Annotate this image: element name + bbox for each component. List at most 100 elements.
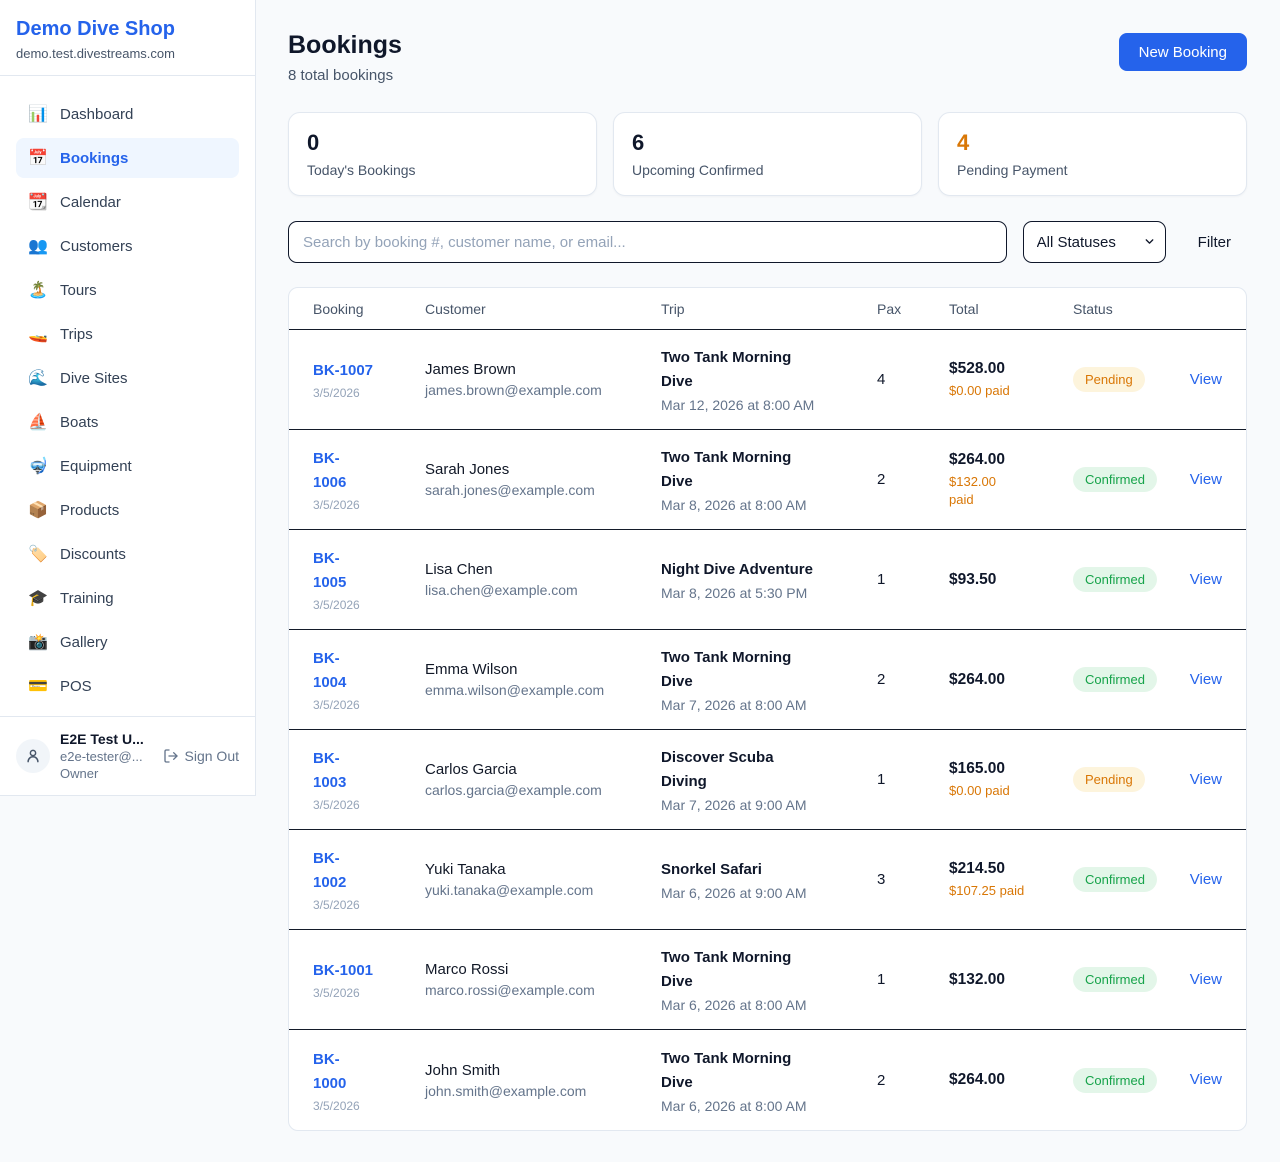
pos-icon: 💳 (28, 676, 48, 696)
view-link[interactable]: View (1190, 771, 1222, 788)
booking-cell: BK-1001 3/5/2026 (313, 959, 425, 1000)
booking-date: 3/5/2026 (313, 698, 413, 712)
trip-name: Two Tank MorningDive (661, 1047, 865, 1095)
trip-cell: Two Tank MorningDive Mar 6, 2026 at 8:00… (661, 1047, 877, 1114)
table-row: BK-1004 3/5/2026 Emma Wilson emma.wilson… (289, 630, 1246, 730)
table-row: BK-1002 3/5/2026 Yuki Tanaka yuki.tanaka… (289, 830, 1246, 930)
paid-amount: $0.00 paid (949, 782, 1061, 800)
sign-out-button[interactable]: Sign Out (163, 748, 239, 764)
customer-email: emma.wilson@example.com (425, 682, 649, 698)
booking-cell: BK-1004 3/5/2026 (313, 647, 425, 712)
sidebar-item-equipment[interactable]: 🤿 Equipment (16, 446, 239, 486)
booking-id-link[interactable]: BK-1007 (313, 359, 373, 383)
sidebar-item-label: Trips (60, 326, 93, 343)
actions-cell: View (1183, 771, 1222, 789)
booking-cell: BK-1003 3/5/2026 (313, 747, 425, 812)
status-cell: Confirmed (1073, 567, 1183, 592)
booking-id-link[interactable]: BK-1001 (313, 959, 373, 983)
view-link[interactable]: View (1190, 1071, 1222, 1088)
sidebar-item-dashboard[interactable]: 📊 Dashboard (16, 94, 239, 134)
view-link[interactable]: View (1190, 371, 1222, 388)
brand-block: Demo Dive Shop demo.test.divestreams.com (0, 0, 255, 76)
column-header-customer: Customer (425, 301, 661, 317)
total-amount: $264.00 (949, 451, 1061, 469)
view-link[interactable]: View (1190, 571, 1222, 588)
trip-cell: Two Tank MorningDive Mar 8, 2026 at 8:00… (661, 446, 877, 513)
booking-date: 3/5/2026 (313, 798, 413, 812)
booking-id-link[interactable]: BK-1004 (313, 647, 346, 695)
table-row: BK-1000 3/5/2026 John Smith john.smith@e… (289, 1030, 1246, 1130)
column-header-trip: Trip (661, 301, 877, 317)
trip-datetime: Mar 6, 2026 at 9:00 AM (661, 885, 865, 901)
sidebar-item-gallery[interactable]: 📸 Gallery (16, 622, 239, 662)
sidebar-item-tours[interactable]: 🏝️ Tours (16, 270, 239, 310)
stat-card-upcoming-confirmed: 6 Upcoming Confirmed (613, 112, 922, 196)
view-link[interactable]: View (1190, 671, 1222, 688)
stat-label: Today's Bookings (307, 162, 578, 178)
total-amount: $132.00 (949, 971, 1061, 989)
sidebar-item-trips[interactable]: 🚤 Trips (16, 314, 239, 354)
trip-datetime: Mar 7, 2026 at 8:00 AM (661, 697, 865, 713)
page-subtitle: 8 total bookings (288, 67, 402, 84)
search-input[interactable] (288, 221, 1007, 263)
customer-cell: Lisa Chen lisa.chen@example.com (425, 561, 661, 598)
table-row: BK-1005 3/5/2026 Lisa Chen lisa.chen@exa… (289, 530, 1246, 630)
dive-sites-icon: 🌊 (28, 368, 48, 388)
sidebar-item-dive-sites[interactable]: 🌊 Dive Sites (16, 358, 239, 398)
sidebar-item-training[interactable]: 🎓 Training (16, 578, 239, 618)
user-icon (24, 747, 42, 765)
booking-date: 3/5/2026 (313, 898, 413, 912)
user-info: E2E Test U... e2e-tester@... Owner (60, 731, 144, 781)
user-role: Owner (60, 766, 144, 781)
customer-cell: Sarah Jones sarah.jones@example.com (425, 461, 661, 498)
stat-label: Pending Payment (957, 162, 1228, 178)
stat-card-todays-bookings: 0 Today's Bookings (288, 112, 597, 196)
total-cell: $132.00 (949, 971, 1073, 989)
trip-name: Two Tank MorningDive (661, 946, 865, 994)
status-badge: Confirmed (1073, 467, 1157, 492)
sidebar-item-label: Calendar (60, 194, 121, 211)
stat-card-pending-payment: 4 Pending Payment (938, 112, 1247, 196)
main-content: Bookings 8 total bookings New Booking 0 … (256, 0, 1280, 1131)
stat-value: 6 (632, 130, 903, 156)
customer-cell: Carlos Garcia carlos.garcia@example.com (425, 761, 661, 798)
booking-id-link[interactable]: BK-1006 (313, 447, 346, 495)
trip-cell: Discover ScubaDiving Mar 7, 2026 at 9:00… (661, 746, 877, 813)
products-icon: 📦 (28, 500, 48, 520)
brand-name: Demo Dive Shop (16, 16, 239, 42)
gallery-icon: 📸 (28, 632, 48, 652)
sidebar-item-label: Discounts (60, 546, 126, 563)
customer-name: Marco Rossi (425, 961, 649, 978)
trip-datetime: Mar 6, 2026 at 8:00 AM (661, 997, 865, 1013)
booking-id-link[interactable]: BK-1000 (313, 1048, 346, 1096)
trip-datetime: Mar 8, 2026 at 8:00 AM (661, 497, 865, 513)
trip-cell: Night Dive Adventure Mar 8, 2026 at 5:30… (661, 558, 877, 601)
sidebar-item-discounts[interactable]: 🏷️ Discounts (16, 534, 239, 574)
sidebar-item-products[interactable]: 📦 Products (16, 490, 239, 530)
booking-id-link[interactable]: BK-1003 (313, 747, 346, 795)
trip-datetime: Mar 7, 2026 at 9:00 AM (661, 797, 865, 813)
actions-cell: View (1183, 1071, 1222, 1089)
view-link[interactable]: View (1190, 871, 1222, 888)
sidebar-item-calendar[interactable]: 📆 Calendar (16, 182, 239, 222)
page-header-text: Bookings 8 total bookings (288, 30, 402, 84)
status-select[interactable]: All Statuses (1023, 221, 1166, 263)
booking-cell: BK-1007 3/5/2026 (313, 359, 425, 400)
sidebar-item-boats[interactable]: ⛵ Boats (16, 402, 239, 442)
column-header-total: Total (949, 301, 1073, 317)
paid-amount: $107.25 paid (949, 882, 1061, 900)
tours-icon: 🏝️ (28, 280, 48, 300)
filter-button[interactable]: Filter (1182, 234, 1247, 251)
sidebar-item-bookings[interactable]: 📅 Bookings (16, 138, 239, 178)
customer-name: Sarah Jones (425, 461, 649, 478)
booking-id-link[interactable]: BK-1002 (313, 847, 346, 895)
sidebar-item-label: Gallery (60, 634, 108, 651)
sidebar-item-customers[interactable]: 👥 Customers (16, 226, 239, 266)
view-link[interactable]: View (1190, 971, 1222, 988)
new-booking-button[interactable]: New Booking (1119, 33, 1247, 71)
view-link[interactable]: View (1190, 471, 1222, 488)
sidebar: Demo Dive Shop demo.test.divestreams.com… (0, 0, 256, 796)
booking-id-link[interactable]: BK-1005 (313, 547, 346, 595)
dashboard-icon: 📊 (28, 104, 48, 124)
sidebar-item-pos[interactable]: 💳 POS (16, 666, 239, 706)
